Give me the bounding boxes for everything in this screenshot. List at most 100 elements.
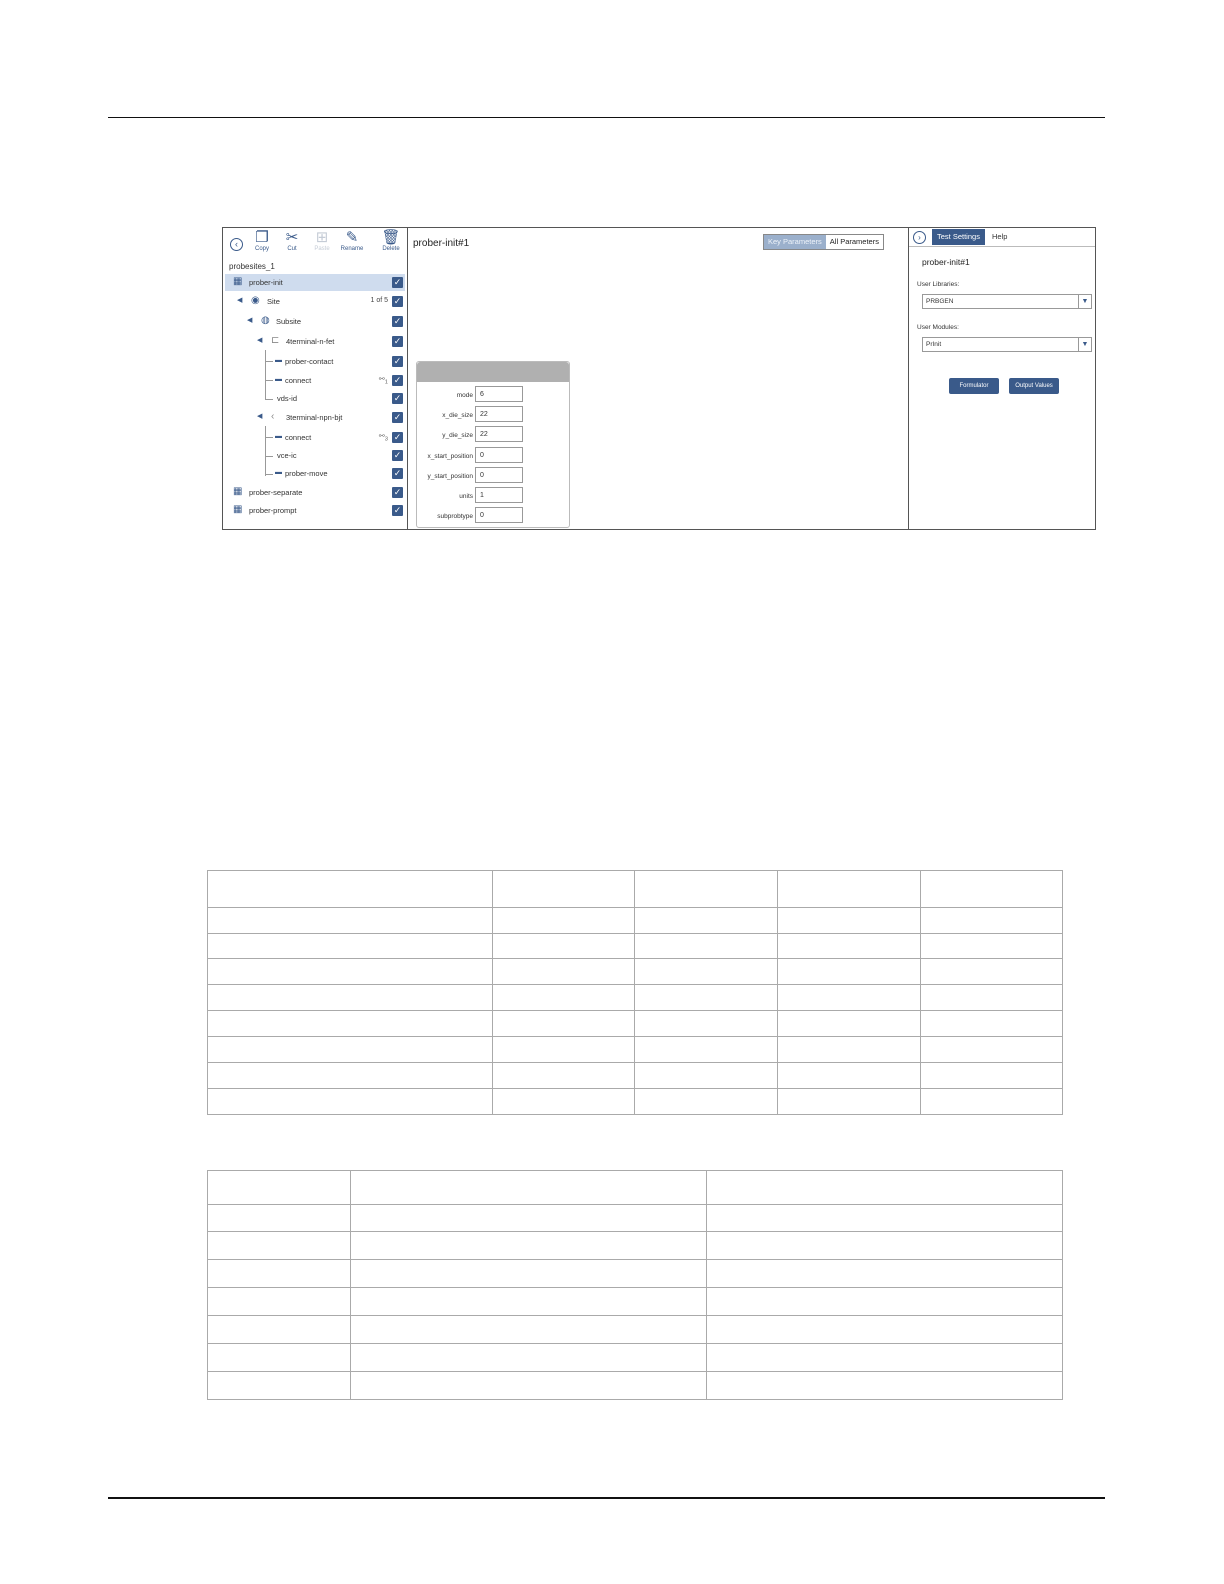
collapse-arrow-icon[interactable]: ◀ (257, 412, 262, 420)
dropdown-arrow-icon[interactable]: ▼ (1078, 295, 1091, 308)
param-subprobtype-input[interactable]: 0 (475, 507, 523, 523)
paste-button[interactable]: ⊞ Paste (305, 229, 339, 253)
user-modules-select[interactable]: PrInit ▼ (922, 337, 1092, 352)
tab-help[interactable]: Help (987, 229, 1012, 245)
pencil-icon: ✎ (345, 229, 359, 246)
link-icon: ⚯1 (378, 376, 388, 386)
table-row (207, 1343, 1063, 1372)
test-icon: ▦ (233, 486, 243, 497)
tree-item-prober-prompt[interactable]: ▦ prober-prompt ✓ (225, 502, 405, 519)
table-row (207, 1371, 1063, 1400)
tree-item-site[interactable]: ◀ ◉ Site 1 of 5 ✓ (225, 293, 405, 310)
param-y-start-position-input[interactable]: 0 (475, 467, 523, 483)
test-icon: ▦ (233, 276, 243, 287)
collapse-arrow-icon[interactable]: ◀ (247, 316, 252, 324)
parameter-card-header (417, 362, 569, 382)
module-icon: ▬ (275, 376, 282, 383)
checkbox-icon[interactable]: ✓ (392, 487, 403, 498)
trash-icon: 🗑 (381, 229, 401, 246)
copy-icon: ❐ (255, 229, 269, 246)
tree-toolbar: ‹ ❐ Copy ✂ Cut ⊞ Paste ✎ Rename 🗑 Delete (223, 230, 407, 256)
checkbox-icon[interactable]: ✓ (392, 277, 403, 288)
tree-item-vds-id[interactable]: vds-id ✓ (225, 390, 405, 407)
footer-rule (108, 1497, 1105, 1499)
tab-test-settings[interactable]: Test Settings (932, 229, 985, 245)
checkbox-icon[interactable]: ✓ (392, 336, 403, 347)
table-2 (207, 1170, 1063, 1400)
user-libraries-select[interactable]: PRBGEN ▼ (922, 294, 1092, 309)
table-row (207, 933, 1063, 959)
table-row (207, 984, 1063, 1011)
collapse-arrow-icon[interactable]: ◀ (237, 296, 242, 304)
checkbox-icon[interactable]: ✓ (392, 393, 403, 404)
back-icon[interactable]: ‹ (230, 238, 243, 251)
tab-key-parameters[interactable]: Key Parameters (764, 235, 826, 249)
settings-tabs: › Test Settings Help (909, 228, 1095, 247)
tree-item-prober-separate[interactable]: ▦ prober-separate ✓ (225, 484, 405, 501)
table-row (207, 1170, 1063, 1205)
copy-button[interactable]: ❐ Copy (245, 229, 279, 253)
site-icon: ◉ (251, 295, 260, 306)
formulator-button[interactable]: Formulator (949, 378, 999, 394)
bjt-icon: ‹ (271, 411, 275, 422)
subsite-icon: ◍ (261, 315, 270, 326)
settings-pane: › Test Settings Help prober-init#1 User … (909, 228, 1095, 529)
param-row-mode: mode 6 (417, 386, 569, 404)
table-row (207, 1010, 1063, 1037)
param-x-start-position-input[interactable]: 0 (475, 447, 523, 463)
checkbox-icon[interactable]: ✓ (392, 432, 403, 443)
collapse-arrow-icon[interactable]: ◀ (257, 336, 262, 344)
parameter-card: mode 6 x_die_size 22 y_die_size 22 x_sta… (416, 361, 570, 528)
checkbox-icon[interactable]: ✓ (392, 356, 403, 367)
param-mode-input[interactable]: 6 (475, 386, 523, 402)
checkbox-icon[interactable]: ✓ (392, 412, 403, 423)
tree-item-4terminal-n-fet[interactable]: ◀ ⊏ 4terminal-n-fet ✓ (225, 333, 405, 350)
tree-item-connect-2[interactable]: ▬ connect ⚯3 ✓ (225, 429, 405, 446)
tree-item-prober-contact[interactable]: ▬ prober-contact ✓ (225, 353, 405, 370)
fet-icon: ⊏ (271, 335, 280, 346)
tree-item-prober-init[interactable]: ▦ prober-init ✓ (225, 274, 405, 291)
param-row-x-start-position: x_start_position 0 (417, 447, 569, 465)
header-rule (108, 117, 1105, 118)
table-row (207, 1036, 1063, 1063)
link-icon: ⚯3 (378, 433, 388, 443)
module-icon: ▬ (275, 357, 282, 364)
table-row (207, 870, 1063, 908)
tree-item-3terminal-npn-bjt[interactable]: ◀ ‹ 3terminal-npn-bjt ✓ (225, 409, 405, 426)
checkbox-icon[interactable]: ✓ (392, 316, 403, 327)
module-icon: ▬ (275, 433, 282, 440)
tree-item-subsite[interactable]: ◀ ◍ Subsite ✓ (225, 313, 405, 330)
checkbox-icon[interactable]: ✓ (392, 296, 403, 307)
tree-item-vce-ic[interactable]: vce-ic ✓ (225, 447, 405, 464)
dropdown-arrow-icon[interactable]: ▼ (1078, 338, 1091, 351)
table-row (207, 1088, 1063, 1115)
cut-button[interactable]: ✂ Cut (275, 230, 309, 253)
table-row (207, 1204, 1063, 1232)
module-icon: ▬ (275, 469, 282, 476)
test-title: prober-init#1 (413, 238, 470, 249)
tree-item-prober-move[interactable]: ▬ prober-move ✓ (225, 465, 405, 482)
table-row (207, 1259, 1063, 1288)
checkbox-icon[interactable]: ✓ (392, 505, 403, 516)
tree-item-connect-1[interactable]: ▬ connect ⚯1 ✓ (225, 372, 405, 389)
output-values-button[interactable]: Output Values (1009, 378, 1059, 394)
clarius-screenshot: ‹ ❐ Copy ✂ Cut ⊞ Paste ✎ Rename 🗑 Delete (222, 227, 1096, 530)
param-x-die-size-input[interactable]: 22 (475, 406, 523, 422)
delete-button[interactable]: 🗑 Delete (374, 229, 408, 253)
paste-icon: ⊞ (315, 229, 329, 246)
checkbox-icon[interactable]: ✓ (392, 450, 403, 461)
project-tree-pane: ‹ ❐ Copy ✂ Cut ⊞ Paste ✎ Rename 🗑 Delete (223, 228, 408, 529)
rename-button[interactable]: ✎ Rename (335, 229, 369, 253)
tab-all-parameters[interactable]: All Parameters (825, 235, 883, 249)
param-units-input[interactable]: 1 (475, 487, 523, 503)
checkbox-icon[interactable]: ✓ (392, 468, 403, 479)
param-row-y-start-position: y_start_position 0 (417, 467, 569, 485)
table-row (207, 1287, 1063, 1316)
param-row-units: units 1 (417, 487, 569, 505)
table-row (207, 1315, 1063, 1344)
param-y-die-size-input[interactable]: 22 (475, 426, 523, 442)
chevron-right-icon[interactable]: › (913, 231, 926, 244)
test-icon: ▦ (233, 504, 243, 515)
param-row-x-die-size: x_die_size 22 (417, 406, 569, 424)
checkbox-icon[interactable]: ✓ (392, 375, 403, 386)
